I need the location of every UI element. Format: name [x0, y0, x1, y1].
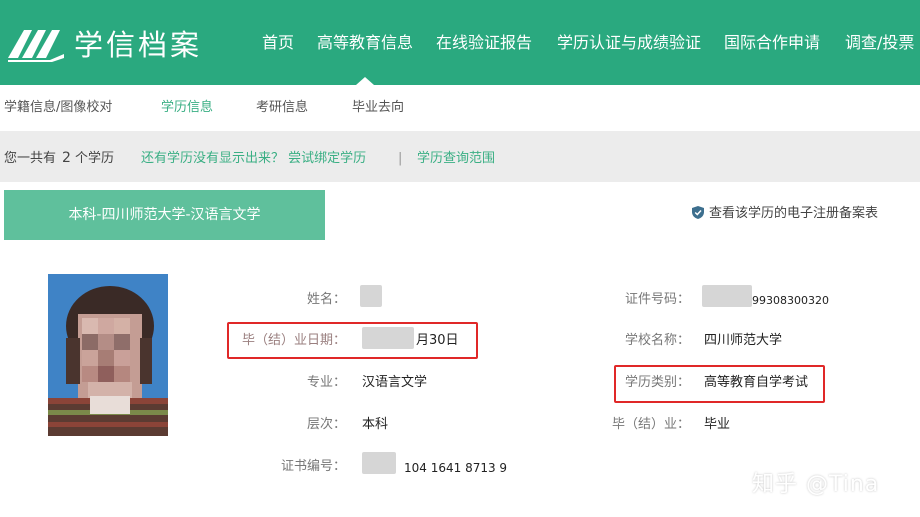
degree-count-bar: 您一共有 2 个学历 还有学历没有显示出来？ 尝试绑定学历 | 学历查询范围	[0, 138, 920, 178]
subnav-degree-info[interactable]: 学历信息	[161, 99, 213, 117]
nav-online-verification[interactable]: 在线验证报告	[436, 33, 532, 53]
top-header: 学信档案 首页 高等教育信息 在线验证报告 学历认证与成绩验证 国际合作申请 调…	[0, 0, 920, 85]
pixelated-portrait	[48, 274, 168, 436]
id-number-label: 证件号码：	[624, 292, 690, 307]
student-photo	[48, 274, 168, 436]
graduation-status-label: 毕（结）业：	[611, 417, 690, 432]
subnav-postgrad-exam[interactable]: 考研信息	[256, 99, 308, 117]
nav-international[interactable]: 国际合作申请	[724, 33, 820, 53]
id-number-redaction	[702, 285, 752, 307]
degree-tab[interactable]: 本科-四川师范大学-汉语言文学	[4, 190, 325, 240]
id-number-value: 99308300320	[752, 294, 829, 307]
count-suffix: 个学历	[75, 151, 115, 166]
level-label: 层次：	[306, 417, 346, 432]
graduation-status-value: 毕业	[704, 417, 731, 432]
nav-home[interactable]: 首页	[262, 33, 294, 53]
nav-higher-education[interactable]: 高等教育信息	[317, 33, 413, 53]
nav-survey[interactable]: 调查/投票	[845, 33, 914, 53]
certificate-label: 证书编号：	[280, 459, 346, 474]
major-label: 专业：	[306, 375, 346, 390]
grad-date-redaction	[362, 327, 414, 349]
shield-check-icon	[692, 206, 704, 219]
grad-date-label: 毕（结）业日期：	[241, 333, 346, 348]
bind-degree-link[interactable]: 还有学历没有显示出来？ 尝试绑定学历	[141, 151, 366, 167]
registration-link-text: 查看该学历的电子注册备案表	[709, 206, 879, 221]
query-scope-link[interactable]: 学历查询范围	[417, 151, 495, 167]
degree-type-value: 高等教育自学考试	[704, 375, 809, 390]
major-value: 汉语言文学	[362, 375, 428, 390]
separator: |	[398, 151, 403, 166]
level-value: 本科	[362, 417, 389, 432]
subnav-graduate-destination[interactable]: 毕业去向	[352, 99, 404, 117]
school-value: 四川师范大学	[704, 333, 783, 348]
certificate-redaction	[362, 452, 396, 474]
nav-degree-certification[interactable]: 学历认证与成绩验证	[557, 33, 701, 53]
active-nav-caret	[356, 77, 374, 85]
brand-title: 学信档案	[74, 28, 203, 62]
degree-count: 2	[62, 150, 71, 166]
name-label: 姓名：	[306, 292, 346, 307]
degree-type-label: 学历类别：	[624, 375, 690, 390]
count-prefix: 您一共有	[4, 151, 57, 166]
grad-date-value: 月30日	[416, 333, 459, 348]
zhihu-watermark: 知乎 @Tina	[752, 472, 880, 497]
name-redaction	[360, 285, 382, 307]
registration-form-link[interactable]: 查看该学历的电子注册备案表	[692, 206, 878, 222]
school-label: 学校名称：	[624, 333, 690, 348]
book-logo-icon	[8, 30, 64, 62]
certificate-value: 104 1641 8713 9	[404, 461, 508, 475]
sub-navigation: 学籍信息/图像校对 学历信息 考研信息 毕业去向	[0, 85, 920, 131]
subnav-enrollment[interactable]: 学籍信息/图像校对	[4, 99, 112, 117]
